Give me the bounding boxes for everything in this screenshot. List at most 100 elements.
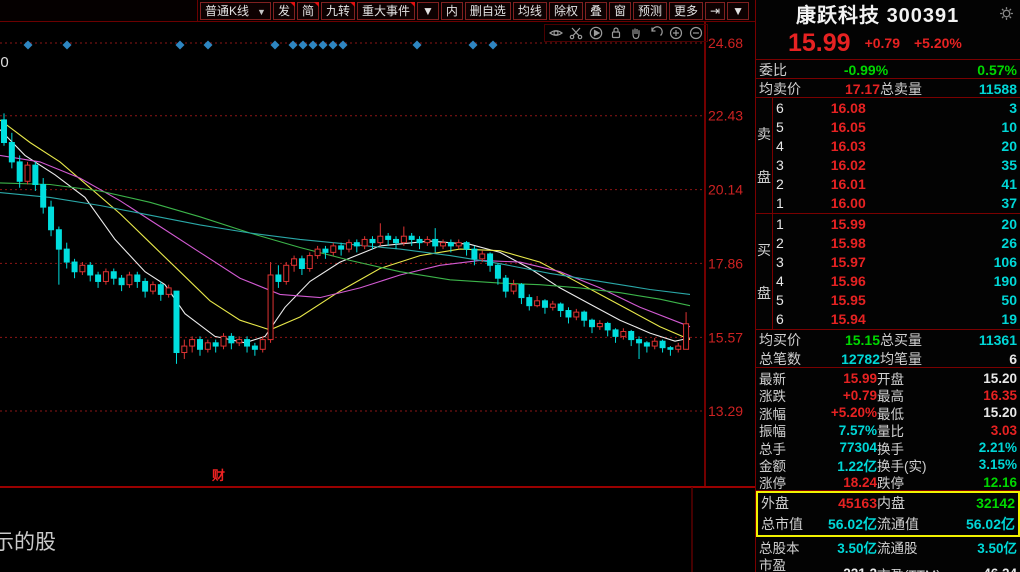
avg-trade-label: 均笔量 xyxy=(880,351,922,367)
scissors-icon[interactable] xyxy=(568,25,584,41)
event-diamond-icon xyxy=(270,40,280,50)
level-volume: 26 xyxy=(1001,234,1017,251)
sell-level-row[interactable]: 5 16.05 10 xyxy=(773,117,1020,136)
toolbar-button-4[interactable]: 重大事件 xyxy=(356,1,415,20)
sell-level-row[interactable]: 6 16.08 3 xyxy=(773,98,1020,117)
toolbar-button-14[interactable]: ⇥ xyxy=(705,1,726,20)
stat-row: 涨幅 +5.20% 最低 15.20 xyxy=(756,403,1020,422)
stat-row: 涨停 18.24 跌停 12.16 xyxy=(756,472,1020,492)
stat-value: 16.35 xyxy=(983,387,1017,403)
toolbar-button-11[interactable]: 窗 xyxy=(608,1,631,20)
level-price: 15.98 xyxy=(830,234,866,251)
buy-level-row[interactable]: 5 15.95 50 xyxy=(773,291,1020,310)
candle-body xyxy=(102,271,109,282)
eye-icon[interactable] xyxy=(548,25,564,41)
toolbar-button-2[interactable]: 简 xyxy=(296,1,319,20)
sell-label-char: 盘 xyxy=(757,169,771,186)
sell-level-row[interactable]: 1 16.00 37 xyxy=(773,194,1020,213)
candle-body xyxy=(71,261,78,273)
level-price: 15.97 xyxy=(830,253,866,270)
toolbar-button-12[interactable]: 预测 xyxy=(632,1,667,20)
candle-body xyxy=(8,142,15,163)
event-diamond-icon xyxy=(203,40,213,50)
toolbar-button-15[interactable]: ▼ xyxy=(727,1,749,20)
candle-body xyxy=(557,303,564,312)
sell-level-row[interactable]: 2 16.01 41 xyxy=(773,175,1020,194)
candle-body xyxy=(181,345,188,354)
stock-title-bar: 康跃科技 300391 xyxy=(756,0,1020,27)
undo-icon[interactable] xyxy=(648,25,664,41)
hand-icon[interactable] xyxy=(628,25,644,41)
sell-level-row[interactable]: 4 16.03 20 xyxy=(773,136,1020,155)
price-change-pct: +5.20% xyxy=(914,35,962,51)
ma-yellow-line xyxy=(0,119,691,341)
toolbar-spacer xyxy=(0,0,198,21)
stat-value: 1.22亿 xyxy=(837,458,877,474)
stat-value: 77304 xyxy=(839,440,877,456)
buy-level-row[interactable]: 3 15.97 106 xyxy=(773,252,1020,271)
candle-body xyxy=(432,238,439,247)
avg-sell-row: 均卖价 17.17 总卖量 11588 xyxy=(756,79,1020,98)
toolbar-button-1[interactable]: 发 xyxy=(272,1,295,20)
candle-body xyxy=(581,311,588,321)
toolbar-button-8[interactable]: 均线 xyxy=(512,1,547,20)
toolbar-button-9[interactable]: 除权 xyxy=(548,1,583,20)
event-diamond-icon xyxy=(308,40,318,50)
event-diamond-icon xyxy=(298,40,308,50)
total-sell-value: 11588 xyxy=(978,81,1017,97)
candle-body xyxy=(589,319,595,328)
zoom-out-icon[interactable] xyxy=(688,25,704,41)
candle-body xyxy=(463,242,470,250)
toolbar-button-6[interactable]: 内 xyxy=(440,1,463,20)
buy-label-char: 买 xyxy=(757,241,771,258)
avg-sell-value: 17.17 xyxy=(844,81,880,97)
toolbar-button-3[interactable]: 九转 xyxy=(320,1,355,20)
level-price: 16.02 xyxy=(830,157,866,174)
candle-body xyxy=(306,255,313,270)
gear-icon[interactable] xyxy=(998,6,1014,22)
stat-value: +0.79 xyxy=(842,387,877,403)
toolbar-button-5[interactable]: ▼ xyxy=(417,1,439,20)
candle-body xyxy=(298,258,305,270)
level-volume: 20 xyxy=(1001,137,1017,154)
candle-body xyxy=(338,245,345,250)
candle-body xyxy=(620,331,627,337)
event-diamond-icon xyxy=(175,40,185,50)
candle-body xyxy=(487,253,494,266)
buy-level-row[interactable]: 2 15.98 26 xyxy=(773,233,1020,252)
weibi-value: -0.99% xyxy=(843,62,889,78)
event-diamond-icon xyxy=(328,40,338,50)
sell-level-row[interactable]: 3 16.02 35 xyxy=(773,156,1020,175)
event-diamond-icon xyxy=(23,40,33,50)
buy-label-char: 盘 xyxy=(757,285,771,302)
buy-level-row[interactable]: 4 15.96 190 xyxy=(773,272,1020,291)
toolbar-button-0[interactable]: 普通K线 ▼ xyxy=(200,1,271,20)
candle-body xyxy=(510,284,517,292)
ma-magenta-line xyxy=(0,154,691,328)
candle-body xyxy=(55,229,62,250)
toolbar-button-13[interactable]: 更多 xyxy=(669,1,704,20)
level-volume: 41 xyxy=(1001,176,1017,193)
candle-body xyxy=(455,242,462,247)
stat-value: 18.24 xyxy=(843,474,877,490)
level-number: 3 xyxy=(776,253,784,270)
buy-level-row[interactable]: 6 15.94 19 xyxy=(773,310,1020,329)
play-icon[interactable] xyxy=(588,25,604,41)
event-diamond-icon xyxy=(468,40,478,50)
candle-body xyxy=(63,248,70,263)
level-number: 2 xyxy=(776,234,784,251)
buy-level-row[interactable]: 1 15.99 20 xyxy=(773,214,1020,233)
toolbar-button-7[interactable]: 删自选 xyxy=(464,1,511,20)
avg-trade-value: 6 xyxy=(1009,351,1017,367)
kline-chart[interactable]: 24.68 22.43 20.14 17.86 15.57 13.29 00 财示的股 xyxy=(0,0,755,572)
candle-body xyxy=(173,290,180,354)
candle-body xyxy=(369,238,376,244)
stat-value: 3.15% xyxy=(978,457,1017,473)
zoom-in-icon[interactable] xyxy=(668,25,684,41)
candle-body xyxy=(212,342,219,347)
lock-icon[interactable] xyxy=(608,25,624,41)
toolbar-button-10[interactable]: 叠 xyxy=(584,1,607,20)
stat-row: 涨跌 +0.79 最高 16.35 xyxy=(756,385,1020,405)
candle-body xyxy=(518,284,525,299)
level-price: 15.94 xyxy=(830,311,866,328)
